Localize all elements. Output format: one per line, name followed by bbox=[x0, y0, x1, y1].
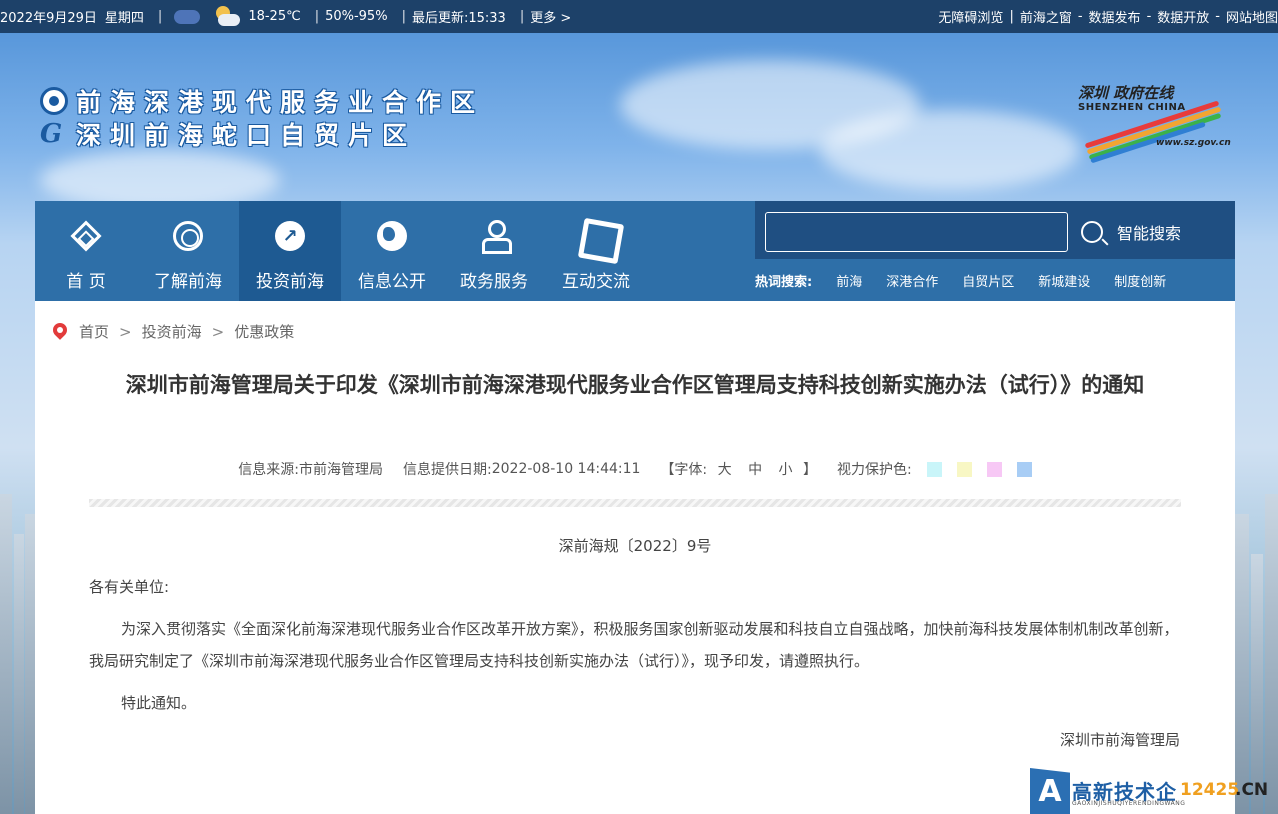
hot-word[interactable]: 深港合作 bbox=[886, 271, 938, 290]
eye-color-swatch-blue[interactable] bbox=[1016, 461, 1032, 477]
article-container: 首页 > 投资前海 > 优惠政策 深圳市前海管理局关于印发《深圳市前海深港现代服… bbox=[35, 301, 1235, 814]
qianhai-window-link[interactable]: 前海之窗 bbox=[1020, 7, 1072, 26]
more-link[interactable]: 更多 > bbox=[530, 7, 571, 26]
data-release-link[interactable]: 数据发布 bbox=[1089, 7, 1141, 26]
nav-services[interactable]: 政务服务 bbox=[443, 201, 545, 301]
watermark-logo: A 高新技术企 GAOXINJISHUQIYERENDINGWANG 12425… bbox=[1030, 766, 1278, 814]
font-medium-button[interactable]: 中 bbox=[748, 462, 762, 478]
nav-home[interactable]: 首 页 bbox=[35, 201, 137, 301]
interact-square-icon bbox=[581, 221, 611, 251]
partly-cloudy-icon bbox=[212, 5, 242, 28]
smart-search-button[interactable]: 智能搜索 bbox=[1081, 215, 1181, 249]
nav-about[interactable]: 了解前海 bbox=[137, 201, 239, 301]
shenzhen-gov-logo[interactable]: 深圳 政府在线 SHENZHEN CHINA www.sz.gov.cn bbox=[1072, 80, 1232, 164]
article-date: 2022-08-10 14:44:11 bbox=[491, 461, 641, 477]
location-pin-icon bbox=[53, 323, 67, 341]
person-icon bbox=[481, 220, 512, 254]
eye-care-label: 视力保护色: bbox=[836, 462, 912, 478]
top-links: 无障碍浏览 | 前海之窗 - 数据发布 - 数据开放 - 网站地图 bbox=[938, 7, 1278, 26]
signature: 深圳市前海管理局 bbox=[1059, 731, 1180, 749]
g-logo-icon: G bbox=[40, 118, 72, 149]
arrow-circle-icon: ↗ bbox=[275, 221, 305, 251]
site-logo[interactable]: 前海深港现代服务业合作区 G 深圳前海蛇口自贸片区 bbox=[40, 84, 484, 150]
article-source: 市前海管理局 bbox=[299, 462, 384, 478]
hot-word[interactable]: 制度创新 bbox=[1114, 271, 1166, 290]
font-small-button[interactable]: 小 bbox=[779, 462, 793, 478]
weekday-text: 星期四 bbox=[104, 11, 144, 26]
font-size-switcher: 【字体: 大 中 小 】 bbox=[660, 462, 817, 478]
emblem-icon bbox=[40, 86, 68, 115]
cloud-icon bbox=[174, 9, 201, 24]
humidity-text: 50%-95% bbox=[325, 9, 388, 24]
nav-interact[interactable]: 互动交流 bbox=[545, 201, 647, 301]
article-meta: 信息来源: 市前海管理局 信息提供日期: 2022-08-10 14:44:11… bbox=[35, 459, 1235, 479]
breadcrumb-policy[interactable]: 优惠政策 bbox=[234, 321, 294, 342]
background-city-left bbox=[0, 484, 35, 814]
background-cloud bbox=[820, 110, 1080, 190]
search-panel: 智能搜索 热词搜索: 前海 深港合作 自贸片区 新城建设 制度创新 bbox=[755, 201, 1235, 301]
greeting: 各有关单位: bbox=[89, 578, 170, 596]
closing: 特此通知。 bbox=[121, 694, 197, 712]
hot-word[interactable]: 前海 bbox=[836, 271, 862, 290]
date-text: 2022年9月29日 bbox=[0, 11, 97, 26]
hot-words-label: 热词搜索: bbox=[755, 274, 813, 290]
divider bbox=[89, 499, 1181, 507]
temperature-text: 18-25℃ bbox=[248, 9, 301, 24]
hot-word[interactable]: 新城建设 bbox=[1038, 271, 1090, 290]
logo-line-1: 前海深港现代服务业合作区 bbox=[40, 84, 484, 117]
eye-color-swatch-pink[interactable] bbox=[986, 461, 1002, 477]
main-nav: 首 页 了解前海 ↗ 投资前海 信息公开 政务服务 互动交流 bbox=[35, 201, 755, 301]
hot-words: 热词搜索: 前海 深港合作 自贸片区 新城建设 制度创新 bbox=[755, 259, 1235, 301]
home-diamond-icon bbox=[70, 220, 102, 252]
article-body: 为深入贯彻落实《全面深化前海深港现代服务业合作区改革开放方案》，积极服务国家创新… bbox=[89, 620, 1179, 670]
nav-invest[interactable]: ↗ 投资前海 bbox=[239, 201, 341, 301]
search-icon bbox=[1081, 221, 1103, 243]
data-open-link[interactable]: 数据开放 bbox=[1157, 7, 1209, 26]
search-input[interactable] bbox=[765, 212, 1068, 252]
hot-word[interactable]: 自贸片区 bbox=[962, 271, 1014, 290]
accessibility-link[interactable]: 无障碍浏览 bbox=[938, 7, 1003, 26]
logo-line-2: G 深圳前海蛇口自贸片区 bbox=[40, 118, 417, 150]
document-number: 深前海规〔2022〕9号 bbox=[558, 537, 712, 555]
globe-icon bbox=[377, 221, 407, 251]
top-bar: 2022年9月29日 星期四 | 18-25℃ | 50%-95% | 最后更新… bbox=[0, 0, 1278, 33]
breadcrumb-invest[interactable]: 投资前海 bbox=[142, 321, 202, 342]
background-city-right bbox=[1235, 484, 1278, 814]
weather-bar: 2022年9月29日 星期四 | 18-25℃ | 50%-95% | 最后更新… bbox=[0, 5, 579, 28]
nav-info[interactable]: 信息公开 bbox=[341, 201, 443, 301]
sitemap-link[interactable]: 网站地图 bbox=[1226, 7, 1278, 26]
eye-color-swatch-cyan[interactable] bbox=[926, 461, 942, 477]
breadcrumb: 首页 > 投资前海 > 优惠政策 bbox=[53, 321, 294, 342]
article-title: 深圳市前海管理局关于印发《深圳市前海深港现代服务业合作区管理局支持科技创新实施办… bbox=[125, 373, 1145, 397]
eye-color-swatch-yellow[interactable] bbox=[956, 461, 972, 477]
emblem-icon bbox=[173, 221, 203, 251]
breadcrumb-home[interactable]: 首页 bbox=[79, 321, 109, 342]
font-large-button[interactable]: 大 bbox=[718, 462, 732, 478]
last-updated-text: 最后更新:15:33 bbox=[411, 11, 506, 26]
